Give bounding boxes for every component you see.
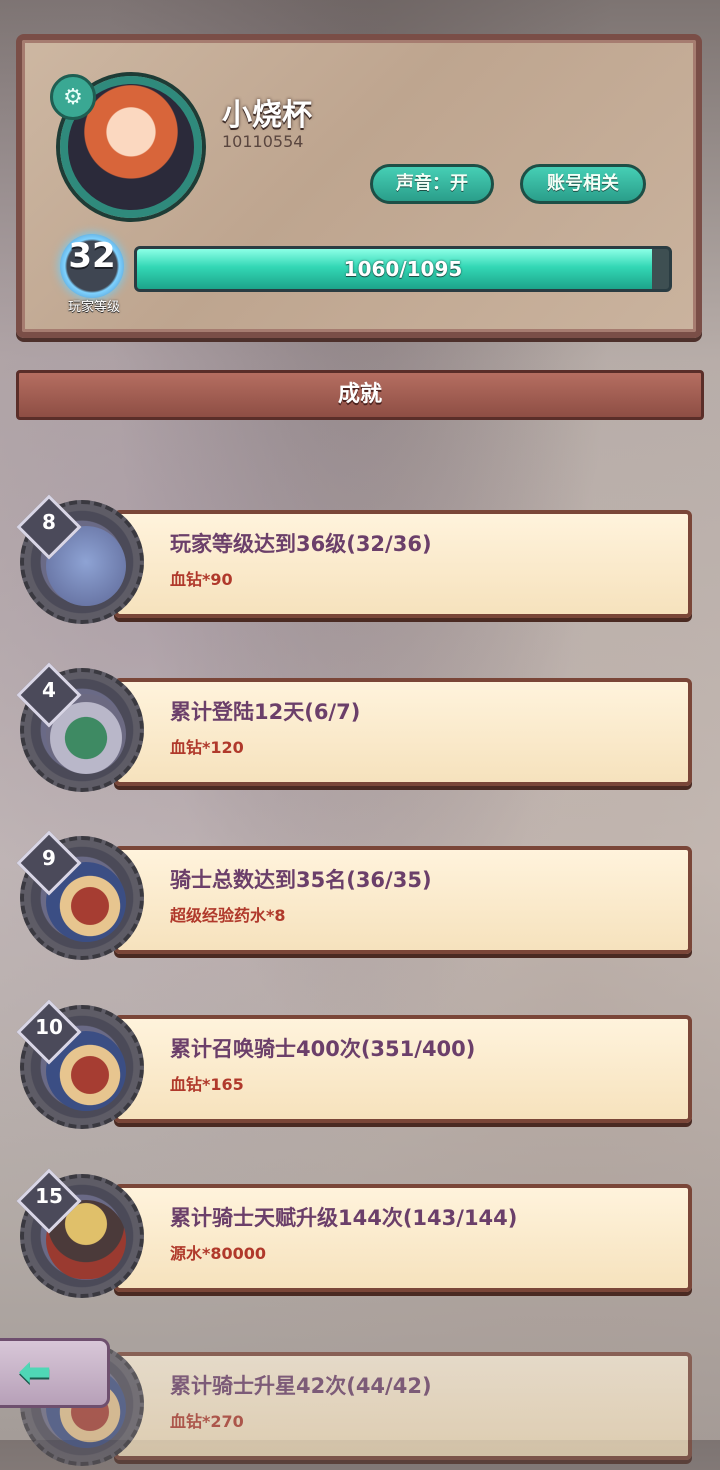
level-number: 32 [68, 236, 116, 276]
achievements-header: 成就 [16, 370, 704, 420]
achievement-card[interactable]: 累计骑士升星42次(44/42) 血钻*270 [20, 1342, 696, 1470]
achievement-reward: 血钻*90 [170, 570, 233, 589]
achievement-card[interactable]: 10 累计召唤骑士400次(351/400) 血钻*165 [16, 999, 696, 1133]
sound-toggle-button[interactable]: 声音：开 [370, 164, 494, 204]
achievement-title: 累计骑士天赋升级144次(143/144) [170, 1206, 518, 1230]
achievement-body [114, 678, 692, 786]
count-number: 10 [35, 1015, 63, 1039]
achievement-body [114, 1184, 692, 1292]
achievement-card[interactable]: 9 骑士总数达到35名(36/35) 超级经验药水*8 [16, 830, 696, 964]
gear-icon[interactable]: ⚙ [50, 74, 96, 120]
back-button[interactable]: ⬅ [0, 1338, 110, 1408]
achievement-title: 累计骑士升星42次(44/42) [170, 1374, 432, 1398]
achievement-body [114, 846, 692, 954]
achievement-card[interactable]: 4 累计登陆12天(6/7) 血钻*120 [16, 662, 696, 796]
achievement-body [114, 510, 692, 618]
count-number: 9 [42, 846, 56, 870]
xp-progress-text: 1060/1095 [343, 257, 463, 281]
achievement-reward: 血钻*165 [170, 1075, 244, 1094]
achievement-title: 累计登陆12天(6/7) [170, 700, 361, 724]
profile-panel: ⚙ 小烧杯 10110554 声音：开 账号相关 32 玩家等级 1060/10… [16, 34, 702, 338]
account-button[interactable]: 账号相关 [520, 164, 646, 204]
achievement-body [114, 1015, 692, 1123]
level-badge: 32 玩家等级 [46, 228, 146, 316]
achievement-title: 累计召唤骑士400次(351/400) [170, 1037, 476, 1061]
count-number: 4 [42, 678, 56, 702]
level-label: 玩家等级 [67, 300, 120, 315]
arrow-left-icon: ⬅ [18, 1349, 52, 1395]
achievement-card[interactable]: 15 累计骑士天赋升级144次(143/144) 源水*80000 [16, 1168, 696, 1302]
count-number: 8 [42, 510, 56, 534]
count-number: 15 [35, 1184, 63, 1208]
achievement-reward: 超级经验药水*8 [170, 906, 286, 925]
achievement-body [114, 1352, 692, 1460]
achievement-title: 骑士总数达到35名(36/35) [170, 868, 432, 892]
xp-progress-bar: 1060/1095 [134, 246, 672, 292]
username: 小烧杯 [222, 98, 312, 133]
achievement-reward: 源水*80000 [170, 1244, 267, 1263]
achievement-reward: 血钻*120 [170, 738, 244, 757]
achievement-title: 玩家等级达到36级(32/36) [170, 532, 432, 556]
achievement-reward: 血钻*270 [170, 1412, 244, 1431]
user-id: 10110554 [222, 132, 304, 151]
achievement-card[interactable]: 8 玩家等级达到36级(32/36) 血钻*90 [16, 494, 696, 628]
